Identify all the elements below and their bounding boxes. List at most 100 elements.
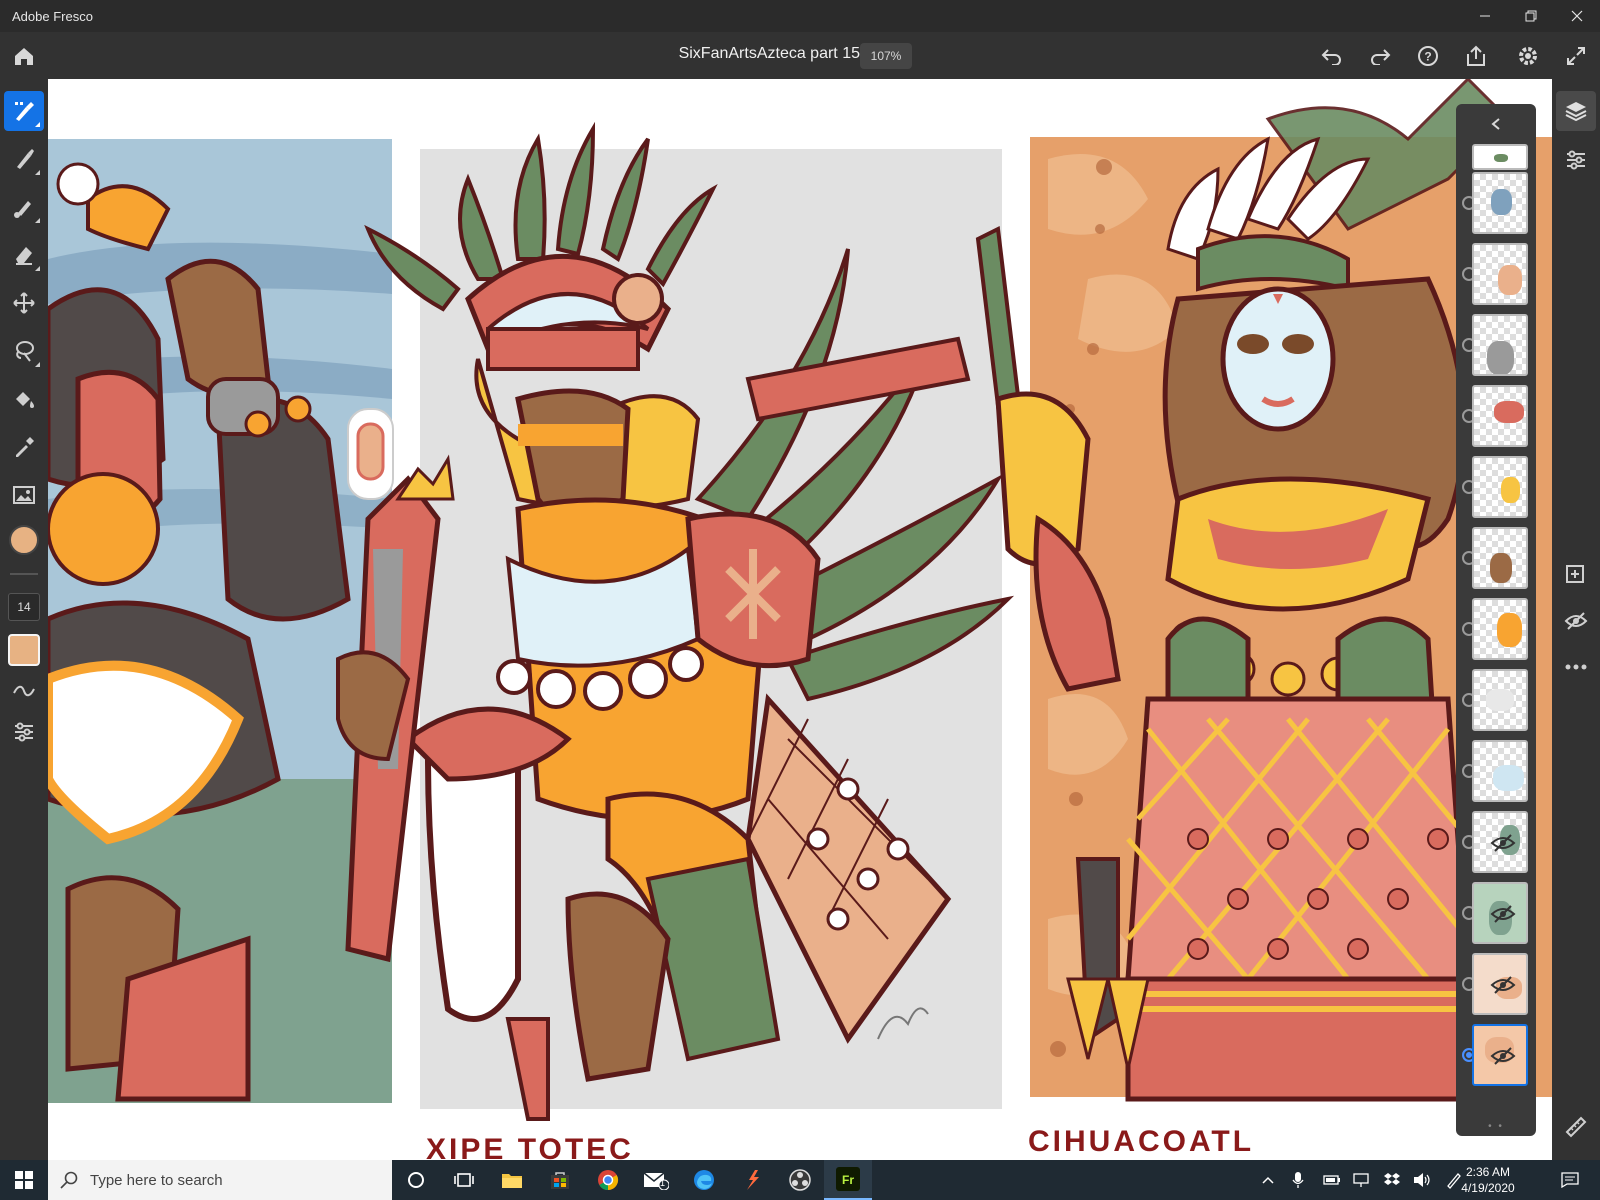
layer-thumbnail[interactable]	[1472, 385, 1528, 447]
edge-button[interactable]	[680, 1160, 728, 1200]
task-view-button[interactable]	[440, 1160, 488, 1200]
ruler-button[interactable]	[1556, 1107, 1596, 1147]
caption-cihuacoatl: CIHUACOATL	[1028, 1125, 1254, 1158]
sketchbook-button[interactable]	[728, 1160, 776, 1200]
microsoft-store-button[interactable]	[536, 1160, 584, 1200]
help-button[interactable]: ?	[1412, 40, 1444, 72]
eraser-tool[interactable]	[4, 235, 44, 275]
file-explorer-button[interactable]	[488, 1160, 536, 1200]
windows-logo-icon	[15, 1171, 33, 1189]
svg-text:Fr: Fr	[842, 1173, 854, 1187]
show-hidden-icons-button[interactable]	[1254, 1160, 1282, 1200]
close-button[interactable]	[1554, 0, 1600, 32]
restore-icon	[1525, 10, 1537, 22]
home-button[interactable]	[8, 40, 40, 72]
place-image-tool[interactable]	[4, 475, 44, 515]
layer-6[interactable]	[1462, 456, 1528, 520]
brush-size-field[interactable]: 14	[8, 593, 40, 621]
microphone-tray-icon[interactable]	[1284, 1160, 1312, 1200]
cortana-button[interactable]	[392, 1160, 440, 1200]
layer-thumbnail[interactable]	[1472, 598, 1528, 660]
current-color-swatch[interactable]	[8, 634, 40, 666]
pixel-brush-icon	[15, 102, 34, 121]
layer-11[interactable]	[1462, 811, 1528, 875]
layers-pager[interactable]: • •	[1456, 1121, 1536, 1132]
document-title[interactable]: SixFanArtsAzteca part 15	[620, 45, 860, 63]
battery-tray-icon[interactable]	[1318, 1160, 1346, 1200]
layer-9[interactable]	[1462, 669, 1528, 733]
layer-14[interactable]	[1462, 1024, 1528, 1088]
layers-icon	[1565, 102, 1587, 122]
volume-tray-icon[interactable]	[1408, 1160, 1436, 1200]
layer-1[interactable]	[1464, 144, 1528, 172]
window-title-bar: Adobe Fresco	[0, 0, 1600, 32]
sliders-icon	[15, 722, 33, 742]
taskbar-clock[interactable]: 2:36 AM 4/19/2020	[1452, 1160, 1524, 1200]
layer-thumbnail[interactable]	[1472, 953, 1528, 1015]
layer-thumbnail[interactable]	[1472, 740, 1528, 802]
layer-thumbnail[interactable]	[1472, 243, 1528, 305]
hide-layer-button[interactable]	[1556, 601, 1596, 641]
live-brush-tool[interactable]	[4, 139, 44, 179]
lasso-tool[interactable]	[4, 331, 44, 371]
mail-badge: 1	[660, 1178, 666, 1188]
pixel-brush-tool[interactable]	[4, 91, 44, 131]
vector-brush-tool[interactable]	[4, 187, 44, 227]
share-button[interactable]	[1460, 40, 1492, 72]
brush-smoothing-button[interactable]	[4, 671, 44, 711]
brush-settings-button[interactable]	[4, 711, 44, 751]
layer-4[interactable]	[1462, 314, 1528, 378]
fullscreen-button[interactable]	[1560, 40, 1592, 72]
layer-7[interactable]	[1462, 527, 1528, 591]
move-icon	[13, 292, 35, 314]
layer-thumbnail[interactable]	[1472, 456, 1528, 518]
minimize-button[interactable]	[1462, 0, 1508, 32]
dropbox-tray-icon[interactable]	[1378, 1160, 1406, 1200]
taskbar-search-box[interactable]: Type here to search	[48, 1160, 392, 1200]
store-icon	[551, 1172, 569, 1189]
window-title: Adobe Fresco	[12, 8, 93, 24]
eyedropper-tool[interactable]	[4, 427, 44, 467]
network-tray-icon[interactable]	[1348, 1160, 1376, 1200]
restore-button[interactable]	[1508, 0, 1554, 32]
redo-button[interactable]	[1364, 40, 1396, 72]
lasso-icon	[16, 341, 34, 362]
fresco-icon: Fr	[836, 1167, 860, 1191]
layer-thumbnail[interactable]	[1472, 1024, 1528, 1086]
layer-thumbnail[interactable]	[1472, 172, 1528, 234]
adobe-fresco-taskbar-button[interactable]: Fr	[824, 1160, 872, 1200]
move-tool[interactable]	[4, 283, 44, 323]
zoom-level[interactable]: 107%	[860, 43, 912, 69]
eye-hidden-icon	[1490, 1047, 1516, 1065]
start-button[interactable]	[0, 1160, 48, 1200]
layer-12[interactable]	[1462, 882, 1528, 946]
layer-2[interactable]	[1462, 172, 1528, 236]
layer-properties-button[interactable]	[1556, 139, 1596, 179]
layer-3[interactable]	[1462, 243, 1528, 307]
eyedropper-icon	[16, 437, 34, 457]
eye-hidden-icon	[1564, 612, 1588, 630]
layer-thumbnail[interactable]	[1472, 527, 1528, 589]
mail-button[interactable]: 1	[632, 1160, 680, 1200]
layer-thumbnail[interactable]	[1472, 669, 1528, 731]
layer-5[interactable]	[1462, 385, 1528, 449]
layer-8[interactable]	[1462, 598, 1528, 662]
action-center-button[interactable]	[1550, 1160, 1590, 1200]
more-options-button[interactable]	[1556, 647, 1596, 687]
color-picker-button[interactable]	[9, 525, 39, 555]
collapse-layers-button[interactable]	[1456, 110, 1536, 138]
add-layer-button[interactable]	[1556, 555, 1596, 595]
layers-toggle-button[interactable]	[1556, 91, 1596, 131]
layer-thumbnail[interactable]	[1472, 144, 1528, 170]
chrome-button[interactable]	[584, 1160, 632, 1200]
layer-13[interactable]	[1462, 953, 1528, 1017]
layer-thumbnail[interactable]	[1472, 882, 1528, 944]
layer-10[interactable]	[1462, 740, 1528, 804]
artwork-canvas[interactable]: XIPE TOTEC CIHUACOATL	[48, 79, 1552, 1160]
undo-button[interactable]	[1316, 40, 1348, 72]
settings-button[interactable]	[1512, 40, 1544, 72]
layer-thumbnail[interactable]	[1472, 811, 1528, 873]
fill-tool[interactable]	[4, 379, 44, 419]
obs-button[interactable]	[776, 1160, 824, 1200]
layer-thumbnail[interactable]	[1472, 314, 1528, 376]
